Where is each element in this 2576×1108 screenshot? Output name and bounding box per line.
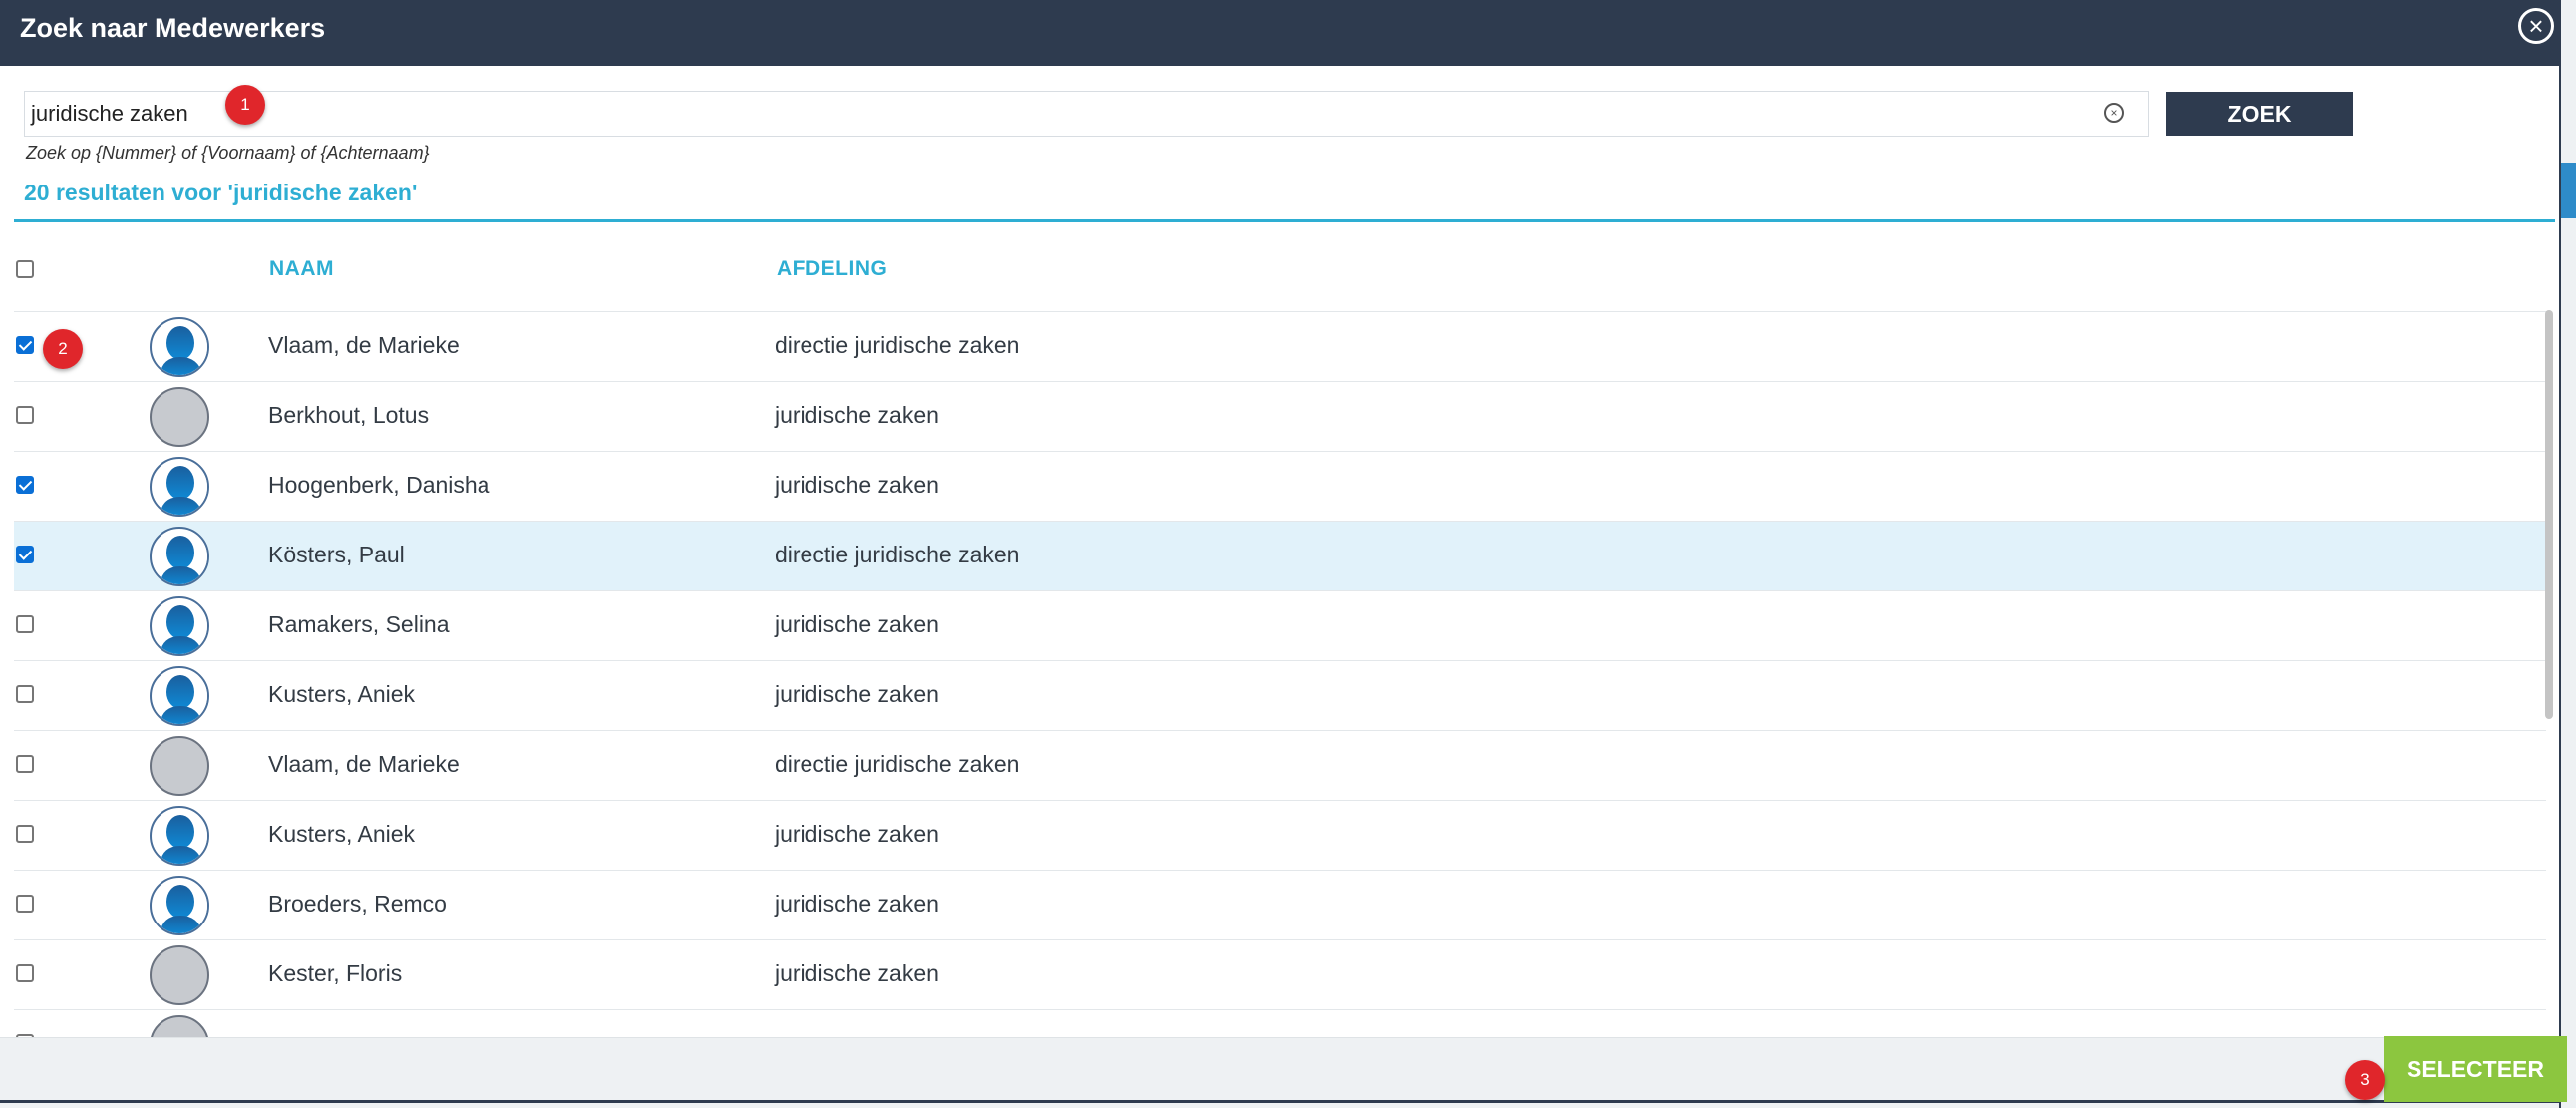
footer-divider <box>0 1100 2559 1103</box>
employee-name: Kösters, Paul <box>268 542 405 567</box>
avatar <box>150 876 209 935</box>
select-all-checkbox[interactable] <box>16 260 34 278</box>
employee-department: juridische zaken <box>775 681 939 707</box>
row-checkbox[interactable] <box>16 615 34 633</box>
avatar <box>150 596 209 656</box>
employee-department: juridische zaken <box>775 611 939 637</box>
table-row[interactable]: Kusters, Aniek juridische zaken <box>14 660 2546 730</box>
row-checkbox[interactable] <box>16 685 34 703</box>
select-button[interactable]: SELECTEER <box>2384 1036 2567 1102</box>
table-row[interactable]: Kösters, Paul directie juridische zaken <box>14 521 2546 590</box>
employee-department: directie juridische zaken <box>775 332 1020 358</box>
row-checkbox[interactable] <box>16 895 34 913</box>
background-tab <box>2561 163 2576 218</box>
employee-name: Vlaam, de Marieke <box>268 332 460 358</box>
results-list: Vlaam, de Marieke directie juridische zak… <box>0 310 2559 1037</box>
annotation-marker-1: 1 <box>225 85 265 125</box>
employee-name: Berkhout, Lotus <box>268 402 430 428</box>
avatar <box>150 317 209 377</box>
table-row[interactable]: Kusters, Aniek juridische zaken <box>14 800 2546 870</box>
row-checkbox[interactable] <box>16 825 34 843</box>
avatar <box>150 945 209 1005</box>
row-checkbox[interactable] <box>16 406 34 424</box>
dialog-header: Zoek naar Medewerkers × <box>0 0 2559 66</box>
avatar <box>150 666 209 726</box>
employee-name: Ramakers, Selina <box>268 611 450 637</box>
table-row[interactable]: Ramakers, Selina juridische zaken <box>14 590 2546 660</box>
dialog-footer <box>0 1037 2559 1108</box>
avatar <box>150 1015 209 1037</box>
employee-name: Broeders, Remco <box>268 891 447 917</box>
scrollbar[interactable] <box>2545 310 2553 719</box>
table-row[interactable]: Hoogenberk, Danisha juridische zaken <box>14 451 2546 521</box>
row-checkbox[interactable] <box>16 546 34 563</box>
employee-department: juridische zaken <box>775 402 939 428</box>
column-header-department[interactable]: AFDELING <box>777 257 887 281</box>
employee-department: juridische zaken <box>775 960 939 986</box>
table-row[interactable]: Broeders, Remco juridische zaken <box>14 870 2546 939</box>
dialog-title: Zoek naar Medewerkers <box>20 13 326 43</box>
table-row[interactable]: Kester, Floris juridische zaken <box>14 939 2546 1009</box>
employee-department: directie juridische zaken <box>775 751 1020 777</box>
employee-name: Vlaam, de Marieke <box>268 751 460 777</box>
column-header-name[interactable]: NAAM <box>269 257 334 281</box>
row-checkbox[interactable] <box>16 476 34 494</box>
search-button[interactable]: ZOEK <box>2166 92 2353 136</box>
close-icon[interactable]: × <box>2518 8 2554 44</box>
employee-name: Kusters, Aniek <box>268 821 416 847</box>
avatar <box>150 457 209 517</box>
table-row[interactable] <box>14 1009 2546 1037</box>
row-checkbox[interactable] <box>16 964 34 982</box>
results-count: 20 resultaten voor 'juridische zaken' <box>24 180 418 205</box>
employee-name: Kusters, Aniek <box>268 681 416 707</box>
employee-department: juridische zaken <box>775 891 939 917</box>
avatar <box>150 527 209 586</box>
annotation-marker-2: 2 <box>43 329 83 369</box>
employee-department: directie juridische zaken <box>775 542 1020 567</box>
search-hint: Zoek op {Nummer} of {Voornaam} of {Achte… <box>26 143 430 163</box>
clear-search-icon[interactable]: × <box>2104 103 2124 123</box>
employee-name: Kester, Floris <box>268 960 403 986</box>
table-row[interactable]: Vlaam, de Marieke directie juridische zak… <box>14 311 2546 381</box>
results-divider <box>14 219 2555 222</box>
avatar <box>150 806 209 866</box>
table-row[interactable]: Berkhout, Lotus juridische zaken <box>14 381 2546 451</box>
row-checkbox[interactable] <box>16 755 34 773</box>
employee-name: Hoogenberk, Danisha <box>268 472 490 498</box>
annotation-marker-3: 3 <box>2345 1060 2385 1100</box>
background-page-edge <box>2559 0 2576 1108</box>
search-input[interactable]: juridische zaken <box>24 91 2149 137</box>
row-checkbox[interactable] <box>16 336 34 354</box>
avatar <box>150 387 209 447</box>
employee-department: juridische zaken <box>775 472 939 498</box>
avatar <box>150 736 209 796</box>
table-row[interactable]: Vlaam, de Marieke directie juridische zak… <box>14 730 2546 800</box>
employee-department: juridische zaken <box>775 821 939 847</box>
